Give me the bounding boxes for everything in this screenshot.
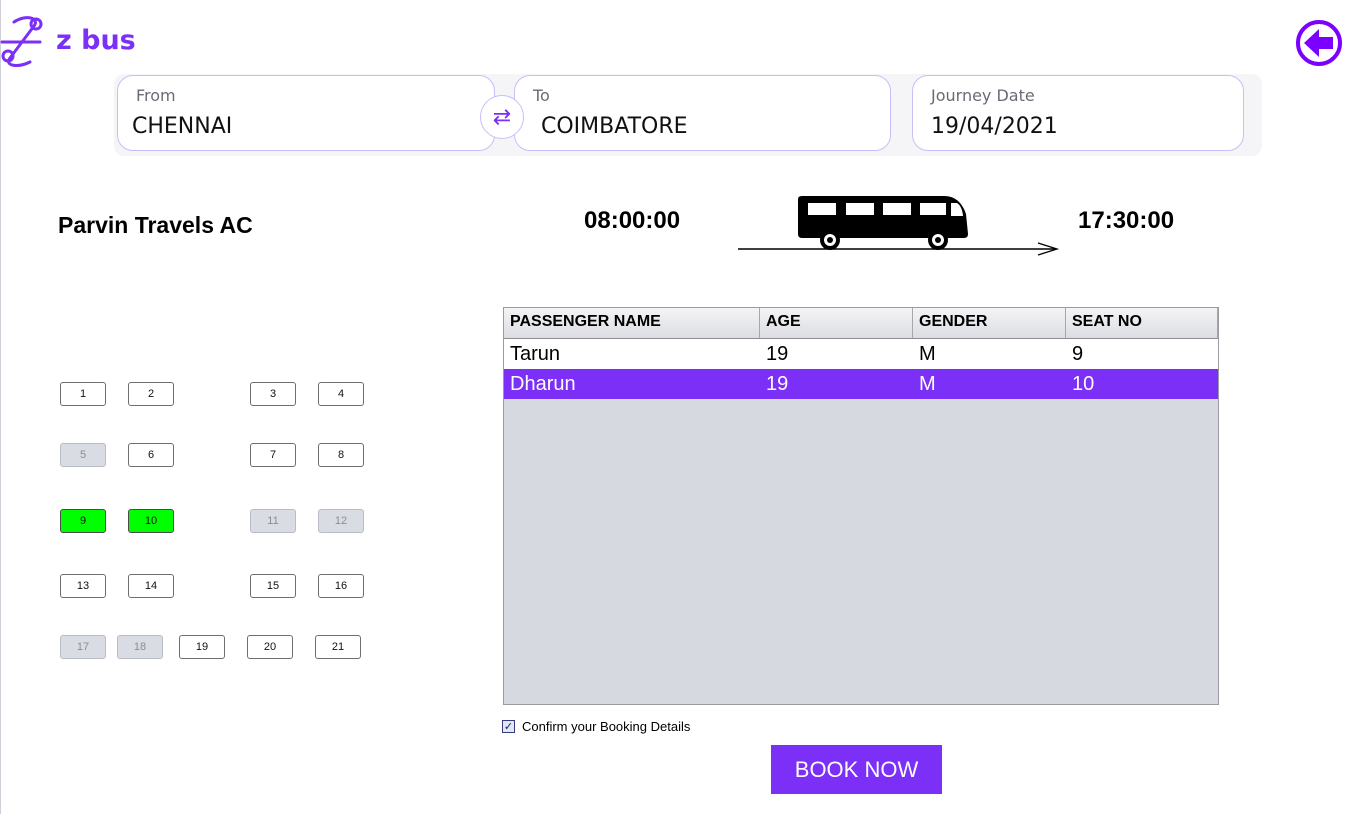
from-field[interactable]: From CHENNAI: [117, 75, 495, 151]
confirm-booking-checkbox[interactable]: ✓ Confirm your Booking Details: [502, 719, 690, 734]
seat-10[interactable]: 10: [128, 509, 174, 533]
seat-5: 5: [60, 443, 106, 467]
seat-12: 12: [318, 509, 364, 533]
column-header-age[interactable]: AGE: [760, 308, 913, 338]
seat-7[interactable]: 7: [250, 443, 296, 467]
to-field[interactable]: To COIMBATORE: [514, 75, 891, 151]
seat-16[interactable]: 16: [318, 574, 364, 598]
operator-name: Parvin Travels AC: [58, 212, 253, 238]
from-label: From: [136, 86, 176, 105]
passenger-table[interactable]: PASSENGER NAME AGE GENDER SEAT NO Tarun …: [503, 307, 1219, 705]
swap-arrows-icon: ⇄: [492, 104, 512, 130]
column-header-gender[interactable]: GENDER: [913, 308, 1066, 338]
cell-seat-no: 9: [1072, 343, 1084, 365]
seat-8[interactable]: 8: [318, 443, 364, 467]
table-row[interactable]: Tarun 19 M 9: [504, 339, 1218, 369]
to-value: COIMBATORE: [541, 114, 688, 139]
arrival-time: 17:30:00: [1078, 207, 1175, 234]
seat-3[interactable]: 3: [250, 382, 296, 406]
seat-21[interactable]: 21: [315, 635, 361, 659]
table-header: PASSENGER NAME AGE GENDER SEAT NO: [504, 308, 1218, 339]
cell-passenger-name: Dharun: [510, 373, 576, 395]
confirm-booking-label: Confirm your Booking Details: [522, 719, 691, 734]
cell-gender: M: [919, 373, 936, 395]
back-button[interactable]: [1295, 18, 1343, 68]
seat-1[interactable]: 1: [60, 382, 106, 406]
seat-15[interactable]: 15: [250, 574, 296, 598]
brand: z bus: [0, 12, 136, 68]
seat-4[interactable]: 4: [318, 382, 364, 406]
column-header-passenger-name[interactable]: PASSENGER NAME: [504, 308, 760, 338]
seat-2[interactable]: 2: [128, 382, 174, 406]
book-now-button[interactable]: BOOK NOW: [771, 745, 942, 794]
seat-13[interactable]: 13: [60, 574, 106, 598]
seat-6[interactable]: 6: [128, 443, 174, 467]
window-edge: [0, 0, 1, 814]
back-arrow-icon: [1296, 20, 1342, 66]
cell-age: 19: [766, 373, 789, 395]
cell-seat-no: 10: [1072, 373, 1095, 395]
to-label: To: [533, 86, 550, 105]
journey-date-value: 19/04/2021: [931, 114, 1058, 139]
seat-19[interactable]: 19: [179, 635, 225, 659]
swap-button[interactable]: ⇄: [480, 95, 524, 139]
from-value: CHENNAI: [132, 114, 233, 139]
column-header-seat-no[interactable]: SEAT NO: [1066, 308, 1218, 338]
bus-icon: [738, 196, 1060, 256]
checkbox-checked-icon[interactable]: ✓: [502, 720, 515, 733]
seat-9[interactable]: 9: [60, 509, 106, 533]
journey-date-label: Journey Date: [931, 86, 1035, 105]
seat-11: 11: [250, 509, 296, 533]
cell-passenger-name: Tarun: [510, 343, 561, 365]
brand-name: z bus: [56, 24, 136, 56]
departure-time: 08:00:00: [584, 207, 681, 234]
brand-logo-icon: [0, 16, 43, 67]
seat-18: 18: [117, 635, 163, 659]
seat-14[interactable]: 14: [128, 574, 174, 598]
seat-20[interactable]: 20: [247, 635, 293, 659]
journey-date-field[interactable]: Journey Date 19/04/2021: [912, 75, 1244, 151]
seat-17: 17: [60, 635, 106, 659]
cell-gender: M: [919, 343, 936, 365]
cell-age: 19: [766, 343, 789, 365]
table-row-selected[interactable]: Dharun 19 M 10: [504, 369, 1218, 399]
